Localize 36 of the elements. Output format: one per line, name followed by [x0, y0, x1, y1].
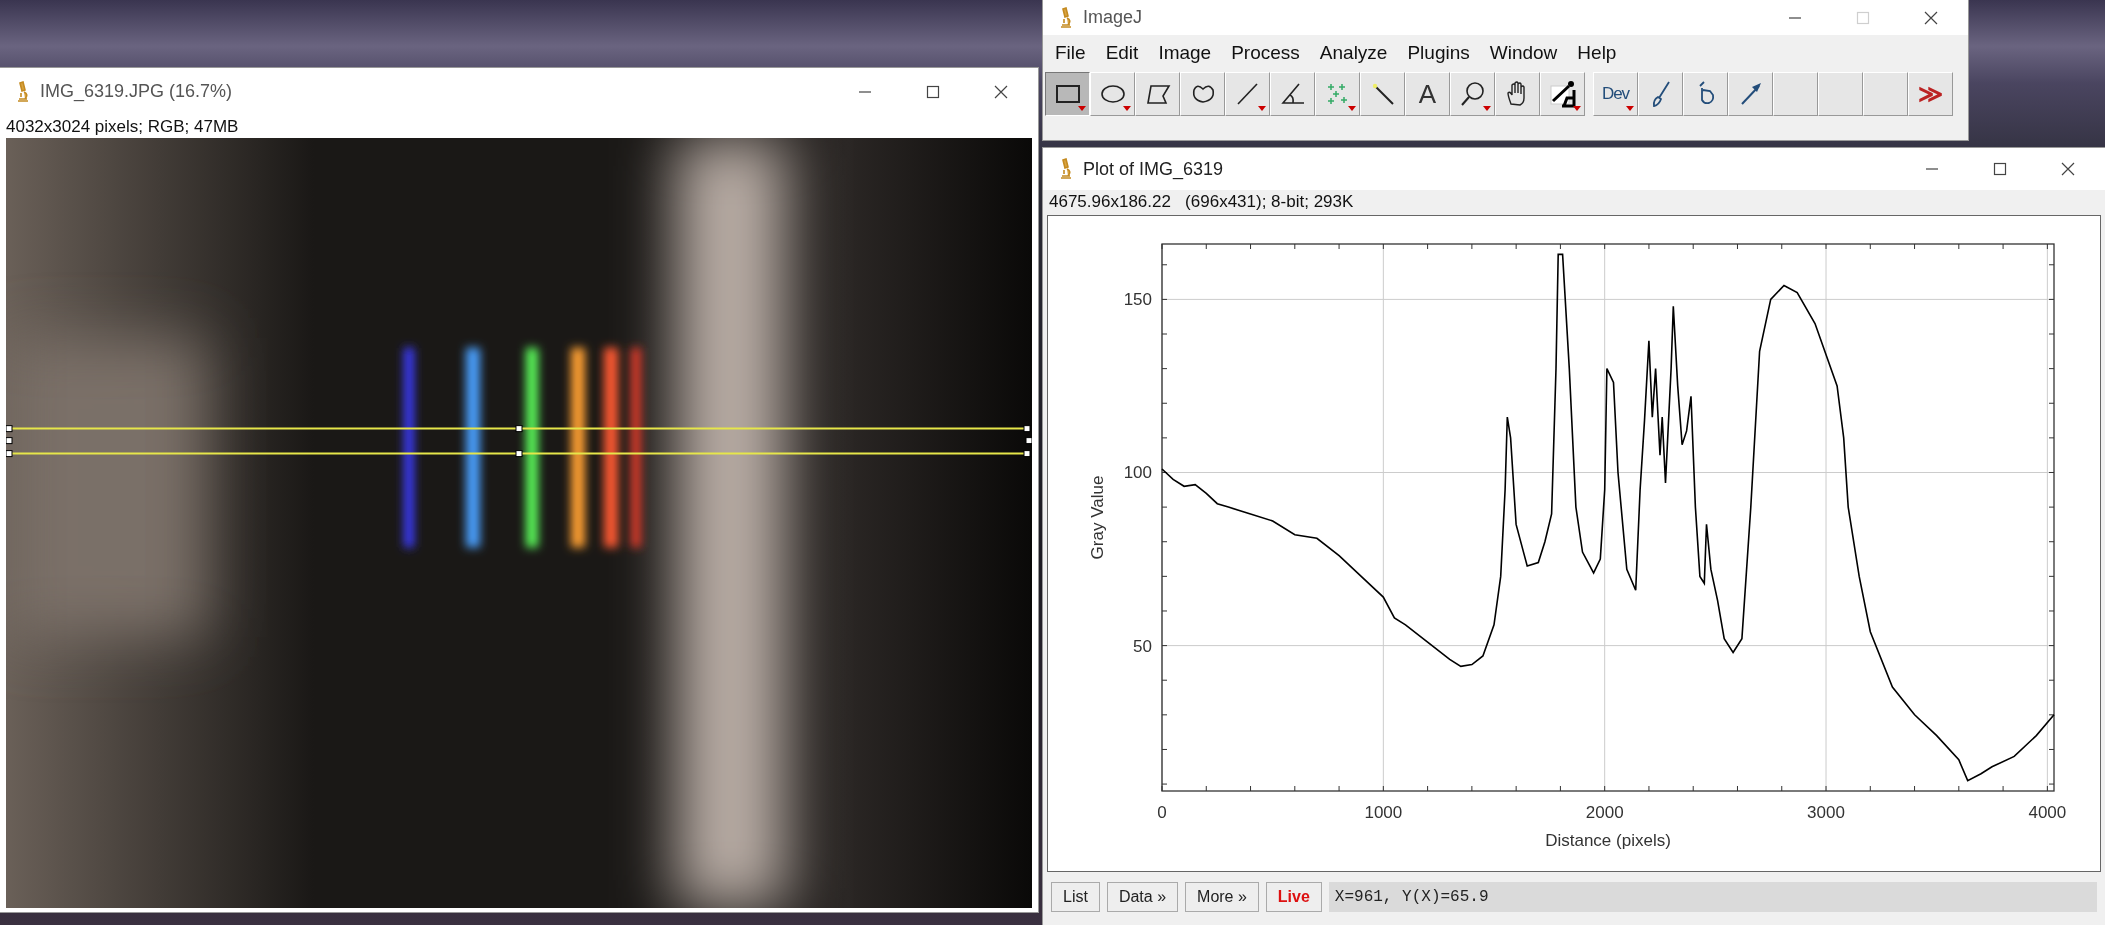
- more-tools-button[interactable]: ≫: [1908, 72, 1953, 116]
- window-title: IMG_6319.JPG (16.7%): [40, 81, 234, 102]
- tick-label: 100: [1123, 463, 1152, 483]
- tick-label: 150: [1123, 290, 1152, 310]
- line-selection[interactable]: [6, 425, 1032, 458]
- text-tool[interactable]: A: [1405, 72, 1450, 116]
- window-title: ImageJ: [1083, 7, 1144, 28]
- plot-button[interactable]: Live: [1265, 882, 1322, 912]
- menu-item[interactable]: Edit: [1095, 41, 1149, 64]
- maximize-icon[interactable]: [1993, 162, 2007, 176]
- menu-item[interactable]: Help: [1567, 41, 1627, 64]
- close-icon[interactable]: [994, 84, 1008, 99]
- menu-item[interactable]: File: [1045, 41, 1096, 64]
- tick-label: 4000: [2028, 803, 2067, 822]
- plot-button[interactable]: More »: [1185, 882, 1259, 912]
- menu-item[interactable]: Process: [1221, 41, 1310, 64]
- tick-label: 50: [1133, 636, 1152, 656]
- dev-button[interactable]: Dev: [1593, 72, 1638, 116]
- menu-item[interactable]: Image: [1148, 41, 1222, 64]
- menu-item[interactable]: Window: [1479, 41, 1568, 64]
- tick-label: 2000: [1585, 803, 1624, 822]
- plot-button[interactable]: List: [1051, 882, 1100, 912]
- tick-label: 3000: [1807, 803, 1845, 822]
- tick-label: 1000: [1364, 803, 1403, 822]
- menu-item[interactable]: Plugins: [1397, 41, 1480, 64]
- plot-button[interactable]: Data »: [1106, 882, 1179, 912]
- close-icon[interactable]: [2061, 162, 2075, 176]
- tool-button[interactable]: [1045, 72, 1090, 116]
- maximize-icon[interactable]: [926, 84, 940, 99]
- status-field: X=961, Y(X)=65.9: [1328, 882, 2097, 912]
- close-icon[interactable]: [1924, 10, 1938, 25]
- window-title: Plot of IMG_6319: [1083, 158, 1225, 180]
- tick-label: 0: [1157, 803, 1167, 822]
- axis-title: Distance (pixels): [1545, 831, 1671, 850]
- menu-item[interactable]: Analyze: [1309, 41, 1398, 64]
- axis-title: Gray Value: [1088, 475, 1107, 560]
